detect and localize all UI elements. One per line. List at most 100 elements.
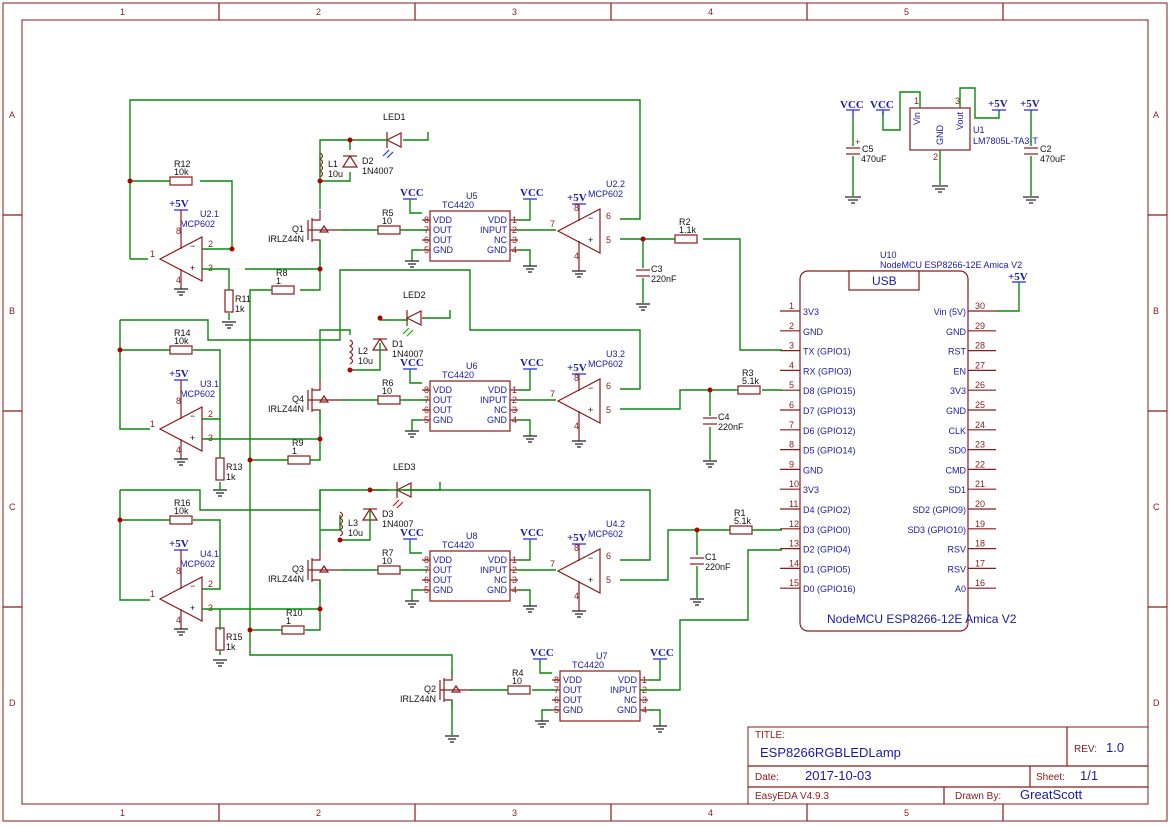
mcu-pin-num: 4 [789, 360, 794, 370]
col-5-bot: 5 [904, 808, 909, 818]
opamp-pin-num: 7 [550, 389, 555, 399]
resistor-ref: R15 [226, 632, 243, 642]
tc4420-pin-num: 3 [642, 695, 647, 705]
led-symbol [385, 132, 402, 148]
mcu-usb: USB [872, 274, 897, 288]
resistor-val: 10 [512, 676, 522, 686]
drawn-label: Drawn By: [955, 791, 1001, 802]
tc4420-pin-label: GND [617, 705, 638, 715]
row-a-right: A [1153, 110, 1159, 120]
vcc-label-reg: VCC [870, 99, 894, 111]
mcu-pin-label: 3V3 [803, 485, 819, 495]
mcu-pin-num: 28 [975, 341, 985, 351]
mcu-pin-label: SD0 [948, 446, 966, 456]
inductor-ref: L1 [328, 159, 338, 169]
tc4420-pin-label: OUT [563, 695, 583, 705]
mcu-pin-label: SD1 [948, 485, 966, 495]
mcu-pin-label: D1 (GPIO5) [803, 564, 851, 574]
mcu-pin-label: RST [948, 347, 967, 357]
cap-ref: C1 [705, 552, 717, 562]
tc4420-pin-label: GND [563, 705, 584, 715]
tc4420-pin-label: INPUT [480, 395, 508, 405]
mcu-pin-label: D6 (GPIO12) [803, 426, 856, 436]
opamp-pwr-num: 8 [176, 226, 181, 236]
inductor-ref: L2 [358, 346, 368, 356]
tc4420-pin-num: 8 [424, 215, 429, 225]
tc4420-pin-num: 1 [512, 555, 517, 565]
mcu-pin-label: TX (GPIO1) [803, 347, 851, 357]
tc4420-pin-num: 4 [512, 245, 517, 255]
tc4420-pin-num: 8 [554, 675, 559, 685]
resistor-body [224, 289, 234, 313]
opamp-ref: U3.1 [200, 379, 219, 389]
mcu-pin-num: 14 [789, 558, 799, 568]
opamp-pin-num: 5 [606, 405, 611, 415]
mcu-pin-num: 15 [789, 578, 799, 588]
opamp-ref: U2.1 [200, 209, 219, 219]
mcu-pin-num: 1 [789, 301, 794, 311]
inductor-val: 10u [358, 356, 373, 366]
mosfet-diode [318, 564, 330, 573]
c5-val: 470uF [861, 154, 887, 164]
opamp-pin-num: 5 [606, 235, 611, 245]
tc4420-pin-num: 4 [642, 705, 647, 715]
tc4420-pin-num: 4 [512, 585, 517, 595]
vcc-label: VCC [530, 647, 554, 659]
tc4420-pin-num: 6 [424, 235, 429, 245]
mosfet-symbol [307, 380, 340, 420]
resistor-val: 10 [382, 386, 392, 396]
gnd-symbol [174, 458, 188, 466]
opamp-part: MCP602 [588, 529, 623, 539]
led-ref: LED2 [403, 290, 426, 300]
gnd-symbol [445, 735, 459, 743]
opamp-pwr-num: 4 [574, 421, 579, 431]
opamp-ref: U3.2 [606, 349, 625, 359]
opamp-pin-num: 3 [208, 603, 213, 613]
vcc-wire [409, 199, 422, 214]
gnd-symbol [535, 720, 549, 728]
tc4420-pin-label: VDD [433, 385, 453, 395]
opamp-pin-num: 2 [208, 409, 213, 419]
mcu-pin-label: GND [803, 465, 824, 475]
gnd-symbol [405, 260, 419, 268]
resistor-val: 10 [382, 556, 392, 566]
mcu-pin-num: 29 [975, 321, 985, 331]
col-1-bot: 1 [120, 808, 125, 818]
diode-val: 1N4007 [362, 166, 394, 176]
mcu-pin-num: 16 [975, 578, 985, 588]
mcu-name: NodeMCU ESP8266-12E Amica V2 [880, 260, 1022, 270]
vcc-wire [409, 539, 422, 554]
tc4420-pin-label: INPUT [480, 565, 508, 575]
reg-part: LM7805L-TA3-T [973, 136, 1038, 146]
resistor-val: 10k [174, 506, 189, 516]
p5v-label-c2: +5V [1020, 98, 1040, 110]
tc4420-pin-label: OUT [433, 565, 453, 575]
nodemcu-module: USB U10 NodeMCU ESP8266-12E Amica V2 Nod… [780, 250, 1028, 632]
mcu-pin-num: 2 [789, 321, 794, 331]
opamp-ref: U4.2 [606, 519, 625, 529]
opamp-part: MCP602 [180, 559, 215, 569]
tc4420-pin-num: 2 [512, 225, 517, 235]
opamp-plus: + [588, 575, 593, 585]
resistor-body [737, 385, 761, 395]
tc4420-pin-label: GND [433, 415, 454, 425]
resistor-body [287, 455, 311, 465]
mosfet-part: IRLZ44N [268, 574, 304, 584]
mcu-pin-label: A0 [955, 584, 966, 594]
vcc-label: VCC [650, 647, 674, 659]
gnd-symbol [213, 489, 227, 497]
gnd-symbol [405, 600, 419, 608]
resistor-ref: R11 [235, 294, 251, 304]
tc4420-pin-label: NC [494, 575, 507, 585]
resistor-body [169, 345, 193, 355]
mcu-pin-label: D5 (GPIO14) [803, 446, 856, 456]
mcu-pin-label: RSV [947, 545, 966, 555]
mcu-pin-label: 3V3 [950, 386, 966, 396]
mcu-pin-num: 20 [975, 499, 985, 509]
mcu-footer: NodeMCU ESP8266-12E Amica V2 [827, 612, 1017, 626]
tc4420-pin-label: NC [624, 695, 637, 705]
mcu-pin-label: EN [953, 366, 966, 376]
opamp-part: MCP602 [588, 359, 623, 369]
vcc-label: VCC [520, 527, 544, 539]
col-4-bot: 4 [708, 808, 713, 818]
